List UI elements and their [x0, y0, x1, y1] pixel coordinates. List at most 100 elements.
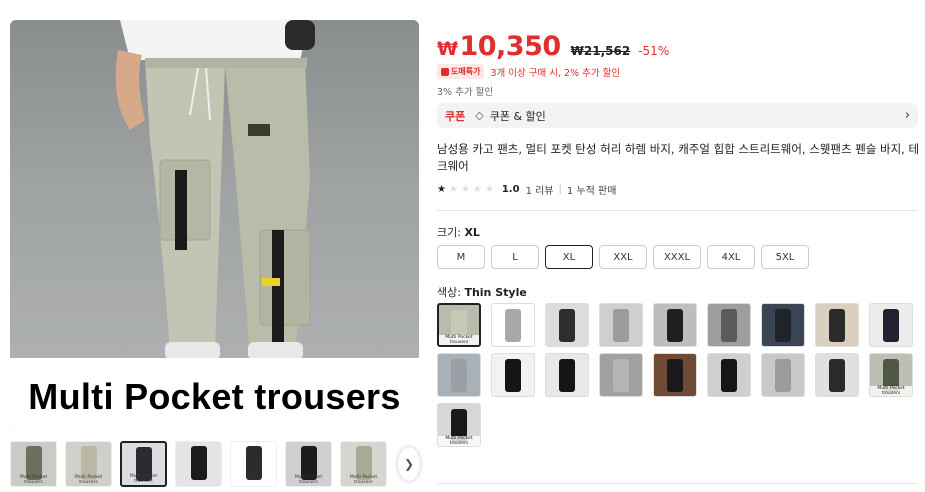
- star-icon: ★: [484, 184, 494, 195]
- swatch-pants: [721, 309, 737, 342]
- promo-row: 도매특가 3개 이상 구매 시, 2% 추가 할인: [437, 64, 620, 79]
- color-swatch[interactable]: [707, 353, 751, 397]
- wholesale-badge: 도매특가: [437, 64, 485, 79]
- chevron-right-icon: ›: [904, 108, 910, 123]
- thumbnail[interactable]: [230, 441, 277, 487]
- swatch-pants: [451, 359, 467, 392]
- color-swatch[interactable]: [545, 353, 589, 397]
- thumbnail-label: Multi Pocket trousers: [19, 475, 48, 485]
- divider: |: [558, 184, 562, 195]
- currency-symbol: ₩: [437, 38, 458, 60]
- sold-count: 1 누적 판매: [566, 186, 617, 197]
- current-price-value: 10,350: [459, 31, 561, 62]
- swatch-pants: [667, 309, 683, 342]
- tag-icon: [441, 67, 449, 76]
- thumbnail[interactable]: Multi Pocket trousers: [340, 441, 387, 487]
- thumbnail-pants: [245, 446, 262, 480]
- thumbnail-label: Multi Pocket trousers: [294, 475, 323, 485]
- coupon-text: 쿠폰 & 할인: [489, 109, 546, 123]
- swatch-pants: [505, 309, 521, 342]
- star-icon: ★: [472, 184, 482, 195]
- price-row: ₩10,350 ₩21,562 -51%: [437, 31, 669, 62]
- thumbnail-pants: [190, 446, 207, 480]
- thumbnail[interactable]: Multi Pocket trousers: [120, 441, 167, 487]
- star-rating: ★ ★ ★ ★ ★: [437, 184, 494, 195]
- main-product-image[interactable]: Multi Pocket trousers: [10, 20, 419, 426]
- rating-row[interactable]: ★ ★ ★ ★ ★ 1.0 1 리뷰 | 1 누적 판매: [437, 182, 616, 197]
- thumbnail[interactable]: Multi Pocket trousers: [10, 441, 57, 487]
- color-label: 색상: Thin Style: [437, 284, 527, 300]
- color-swatch[interactable]: [653, 303, 697, 347]
- thumbnail-label: Multi Pocket trousers: [129, 474, 158, 484]
- extra-discount: 3% 추가 할인: [437, 87, 494, 98]
- divider: [437, 483, 918, 484]
- swatch-label: Multi Pocket trousers: [870, 386, 912, 396]
- promo-text: 3개 이상 구매 시, 2% 추가 할인: [490, 67, 621, 79]
- color-swatch[interactable]: [815, 353, 859, 397]
- size-option-xl[interactable]: XL: [545, 245, 593, 269]
- size-option-xxl[interactable]: XXL: [599, 245, 647, 269]
- coupon-bar[interactable]: 쿠폰 ◇ 쿠폰 & 할인 ›: [437, 103, 918, 128]
- swatch-pants: [829, 309, 845, 342]
- thumbnail[interactable]: Multi Pocket trousers: [285, 441, 332, 487]
- thumbnail-label: Multi Pocket trousers: [74, 475, 103, 485]
- size-selected: XL: [464, 226, 480, 239]
- color-options: Multi Pocket trousers Multi Pocket trouse…: [437, 303, 922, 447]
- thumbnail-strip: Multi Pocket trousers Multi Pocket trouse…: [10, 441, 415, 487]
- swatch-pants: [559, 359, 575, 392]
- chevron-right-icon[interactable]: ❯: [398, 447, 420, 481]
- color-swatch[interactable]: [869, 303, 913, 347]
- color-selected: Thin Style: [464, 286, 527, 299]
- swatch-pants: [505, 359, 521, 392]
- swatch-pants: [883, 309, 899, 342]
- color-swatch[interactable]: [761, 303, 805, 347]
- color-swatch[interactable]: [815, 303, 859, 347]
- swatch-pants: [829, 359, 845, 392]
- size-options: M L XL XXL XXXL 4XL 5XL: [437, 245, 809, 269]
- divider: [437, 210, 918, 211]
- size-option-5xl[interactable]: 5XL: [761, 245, 809, 269]
- color-swatch[interactable]: [437, 353, 481, 397]
- color-swatch[interactable]: Multi Pocket trousers: [437, 303, 481, 347]
- swatch-pants: [559, 309, 575, 342]
- star-icon: ★: [460, 184, 470, 195]
- product-title: 남성용 카고 팬츠, 멀티 포켓 탄성 허리 하렘 바지, 캐주얼 힙합 스트리…: [437, 142, 920, 173]
- swatch-pants: [775, 309, 791, 342]
- size-option-4xl[interactable]: 4XL: [707, 245, 755, 269]
- current-price: ₩10,350: [437, 31, 561, 62]
- main-image-caption: Multi Pocket trousers: [28, 376, 401, 417]
- star-icon: ★: [448, 184, 458, 195]
- thumbnail-label: Multi Pocket trousers: [349, 475, 378, 485]
- color-swatch[interactable]: [545, 303, 589, 347]
- coupon-label: 쿠폰: [445, 109, 466, 123]
- size-option-l[interactable]: L: [491, 245, 539, 269]
- swatch-pants: [775, 359, 791, 392]
- rating-score: 1.0: [501, 184, 520, 195]
- color-swatch[interactable]: [491, 303, 535, 347]
- size-option-xxxl[interactable]: XXXL: [653, 245, 701, 269]
- thumbnail[interactable]: [175, 441, 222, 487]
- swatch-label: Multi Pocket trousers: [439, 335, 479, 345]
- tag-outline-icon: ◇: [475, 109, 484, 122]
- star-icon: ★: [437, 184, 446, 195]
- wholesale-badge-label: 도매특가: [451, 67, 481, 76]
- color-swatch[interactable]: Multi Pocket trousers: [869, 353, 913, 397]
- discount-percent: -51%: [638, 44, 670, 58]
- color-swatch[interactable]: [653, 353, 697, 397]
- swatch-pants: [721, 359, 737, 392]
- swatch-pants: [667, 359, 683, 392]
- size-option-m[interactable]: M: [437, 245, 485, 269]
- color-swatch[interactable]: [599, 353, 643, 397]
- size-label-text: 크기:: [437, 226, 465, 239]
- thumbnail[interactable]: Multi Pocket trousers: [65, 441, 112, 487]
- color-swatch[interactable]: Multi Pocket trousers: [437, 403, 481, 447]
- swatch-pants: [613, 309, 629, 342]
- pants-illustration: [115, 20, 315, 360]
- color-swatch[interactable]: [761, 353, 805, 397]
- color-swatch[interactable]: [599, 303, 643, 347]
- original-price: ₩21,562: [570, 44, 631, 58]
- size-label: 크기: XL: [437, 224, 480, 240]
- review-count[interactable]: 1 리뷰: [526, 182, 554, 197]
- color-swatch[interactable]: [707, 303, 751, 347]
- color-swatch[interactable]: [491, 353, 535, 397]
